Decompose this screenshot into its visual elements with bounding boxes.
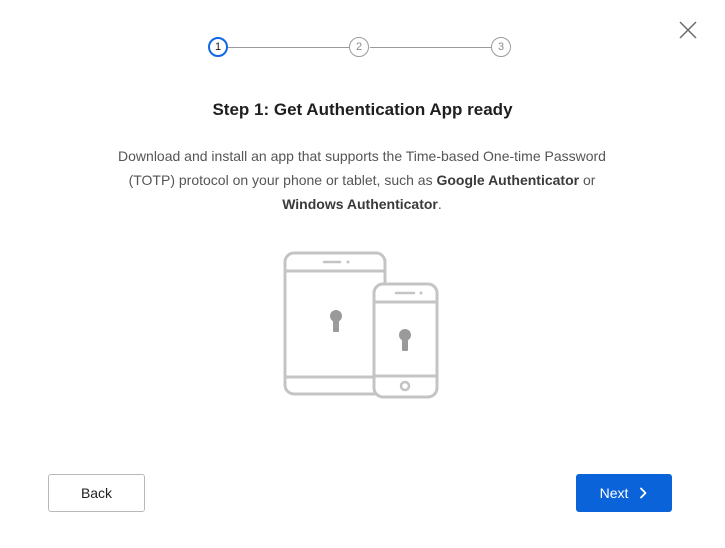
step-2-indicator: 2 bbox=[349, 37, 369, 57]
step-connector bbox=[370, 47, 491, 48]
tablet-and-phone-lock-icon bbox=[283, 251, 439, 399]
back-button[interactable]: Back bbox=[48, 474, 145, 512]
desc-app-google: Google Authenticator bbox=[436, 172, 580, 188]
step-description: Download and install an app that support… bbox=[112, 144, 612, 216]
next-button[interactable]: Next bbox=[576, 474, 672, 512]
step-1-indicator: 1 bbox=[208, 37, 228, 57]
chevron-right-icon bbox=[640, 487, 647, 499]
desc-text: . bbox=[437, 196, 442, 212]
devices-illustration bbox=[282, 250, 442, 400]
back-button-label: Back bbox=[80, 485, 113, 501]
next-button-label: Next bbox=[599, 485, 629, 501]
close-button[interactable] bbox=[676, 18, 700, 42]
authenticator-setup-dialog: 1 2 3 Step 1: Get Authentication App rea… bbox=[0, 0, 725, 548]
desc-text: or bbox=[579, 172, 596, 188]
step-connector bbox=[228, 47, 349, 48]
step-3-indicator: 3 bbox=[491, 37, 511, 57]
step-title: Step 1: Get Authentication App ready bbox=[212, 100, 513, 119]
close-icon bbox=[679, 21, 697, 39]
desc-app-windows: Windows Authenticator bbox=[282, 196, 438, 212]
step-indicator: 1 2 3 bbox=[206, 37, 516, 61]
